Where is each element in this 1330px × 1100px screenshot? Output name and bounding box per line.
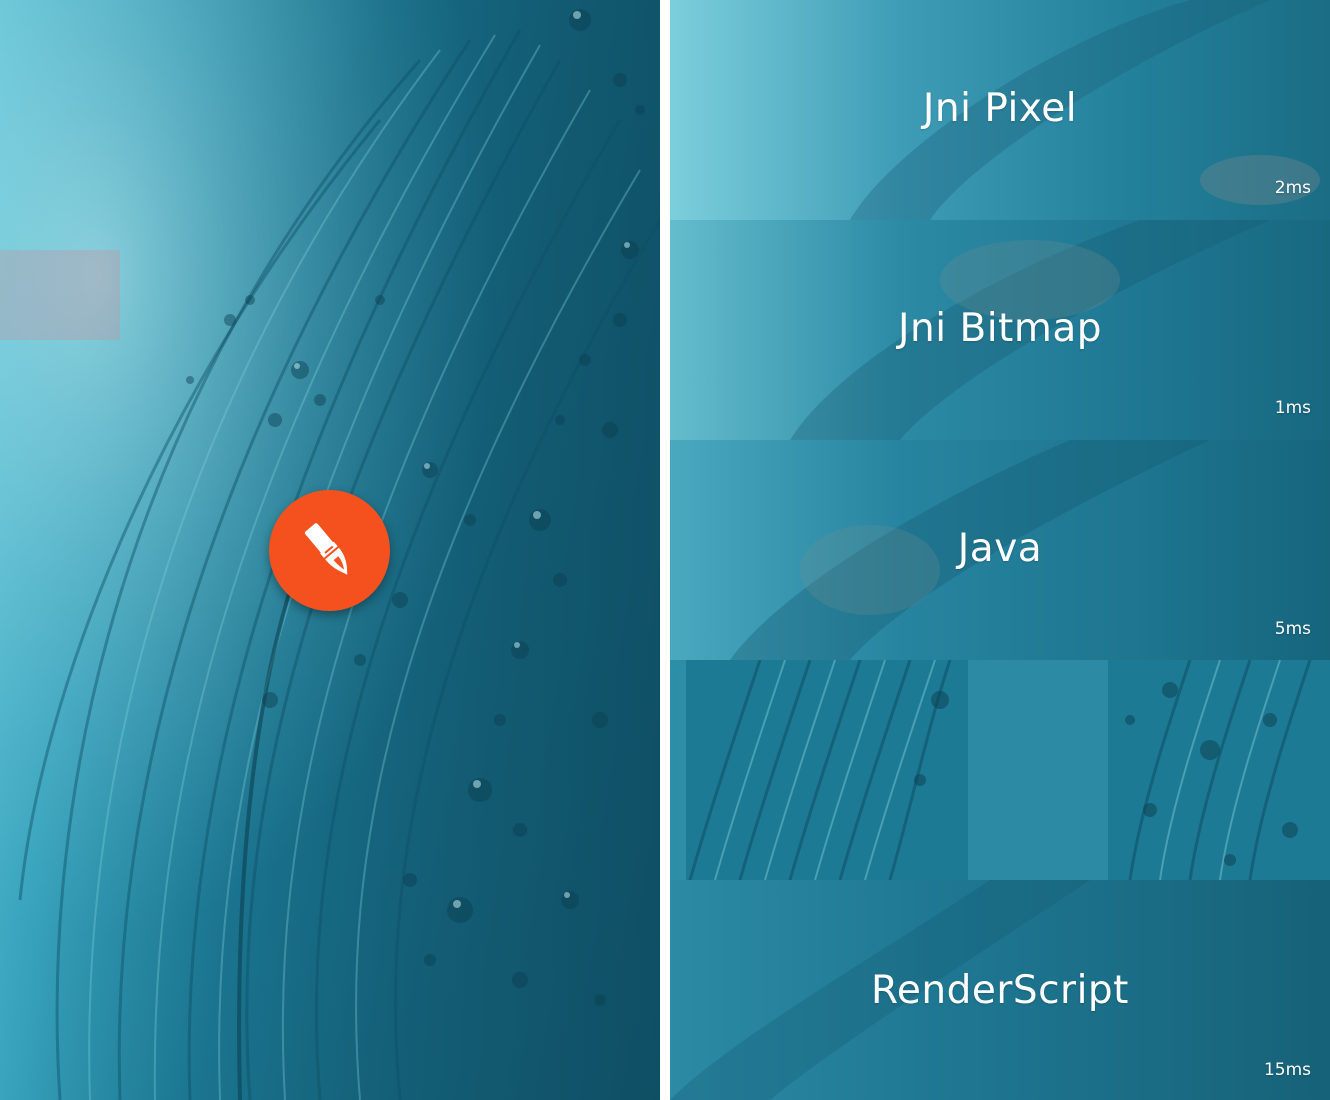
brush-icon <box>304 523 348 575</box>
panel-renderscript: RenderScript 15ms <box>670 880 1330 1100</box>
panel-title: Jni Bitmap <box>898 306 1102 351</box>
panel-time: 2ms <box>1274 178 1311 198</box>
panel-title: RenderScript <box>871 968 1129 1013</box>
panel-time: 15ms <box>1263 1060 1311 1080</box>
panel-java: Java 5ms <box>670 440 1330 660</box>
panel-time: 1ms <box>1274 398 1311 418</box>
panel-jni-bitmap: Jni Bitmap 1ms <box>670 220 1330 440</box>
comparison-screenshot: Jni Pixel 2ms Jni Bitmap 1ms Java 5ms Re… <box>0 0 1330 1100</box>
blur-action-button[interactable] <box>269 490 390 611</box>
panel-title: Jni Pixel <box>922 86 1078 131</box>
original-image-screen <box>0 0 660 1100</box>
sharp-image-strip <box>670 660 1330 880</box>
panel-time: 5ms <box>1274 619 1311 639</box>
blur-comparison-screen: Jni Pixel 2ms Jni Bitmap 1ms Java 5ms Re… <box>670 0 1330 1100</box>
panel-jni-pixel: Jni Pixel 2ms <box>670 0 1330 220</box>
panel-unblurred <box>670 660 1330 880</box>
screen-divider <box>660 0 670 1100</box>
panel-title: Java <box>957 526 1043 571</box>
